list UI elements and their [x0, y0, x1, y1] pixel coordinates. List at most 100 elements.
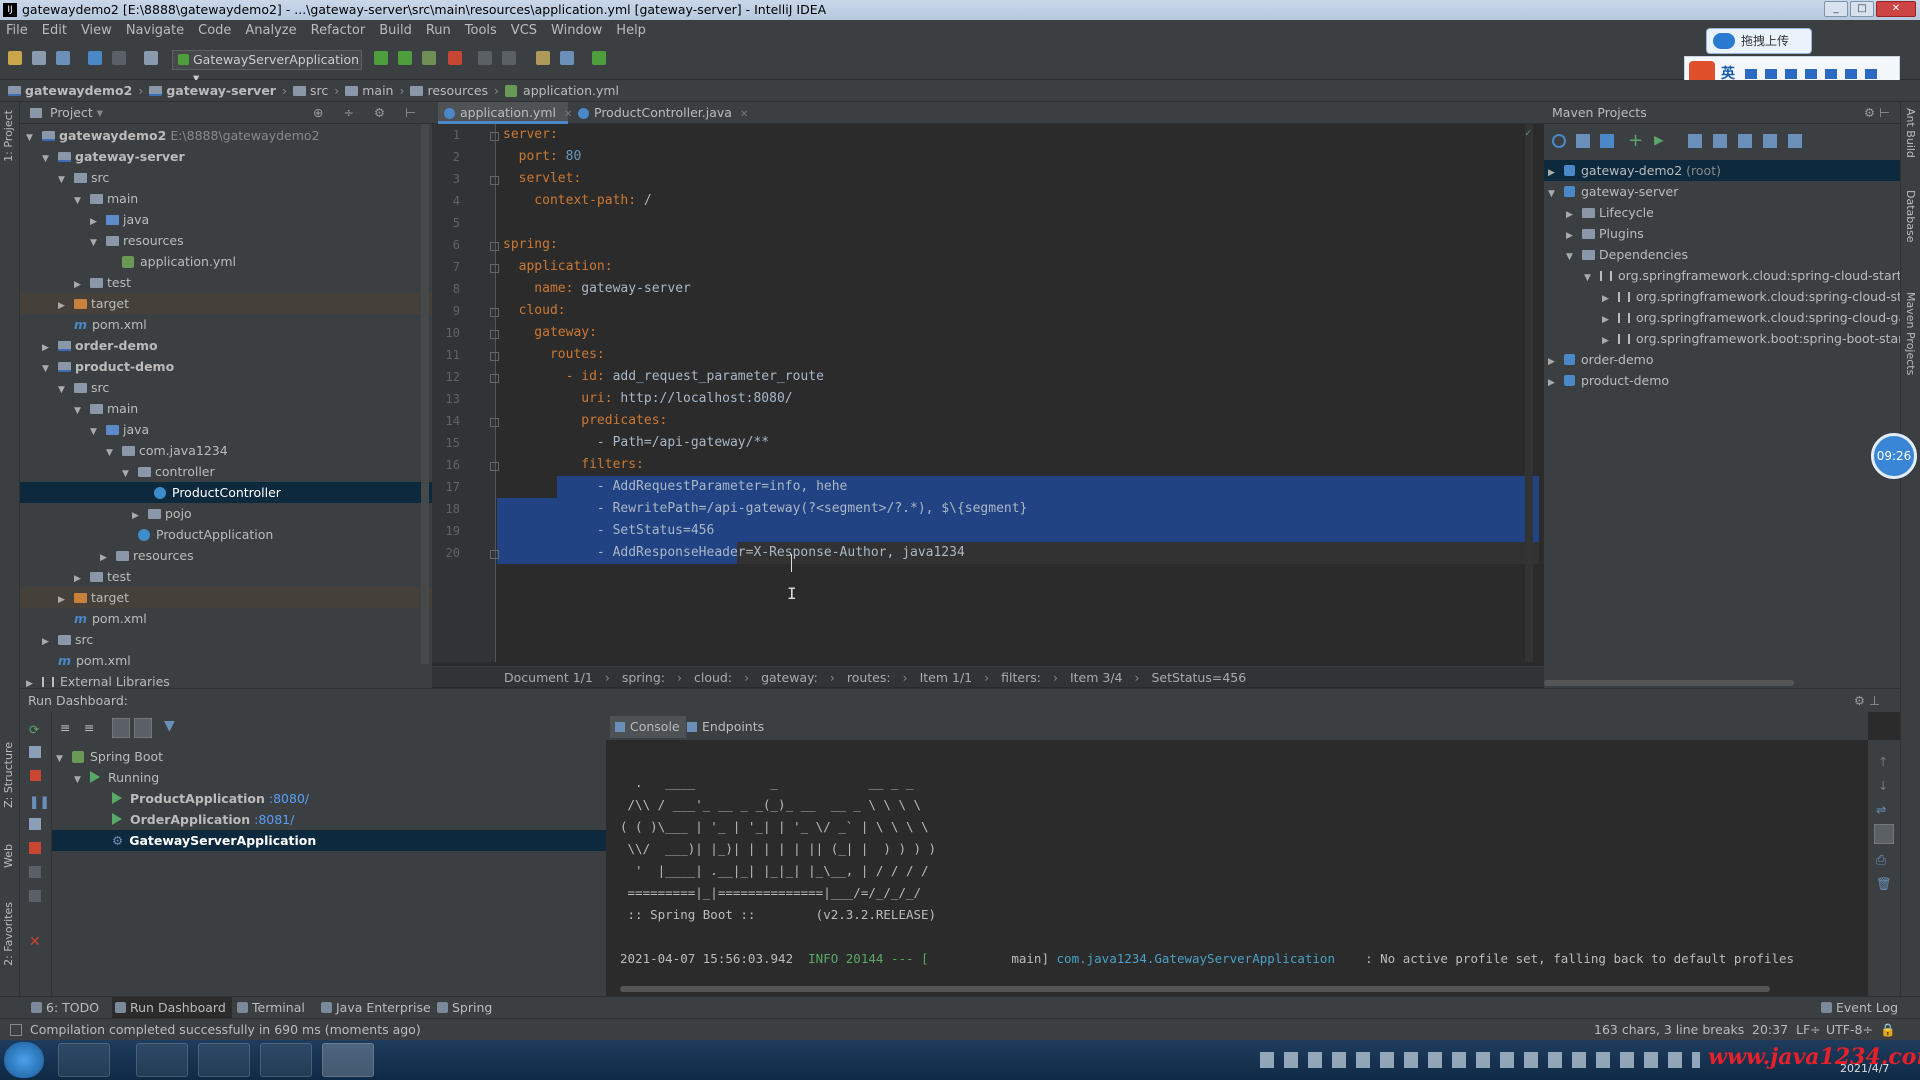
back-icon[interactable]: [88, 51, 102, 65]
maven-item[interactable]: ▼ Dependencies: [1544, 244, 1900, 265]
run-icon[interactable]: ▶: [1654, 132, 1664, 147]
run-tree-item[interactable]: ProductApplication :8080/: [52, 788, 606, 809]
lock-icon[interactable]: 🔒: [1880, 1019, 1896, 1041]
editor-scrollbar[interactable]: [1525, 124, 1533, 662]
tab-console[interactable]: Console: [610, 716, 686, 738]
code-editor[interactable]: server: port: 80 servlet: context-path: …: [497, 124, 1539, 662]
tool-tab-spring[interactable]: Spring: [434, 997, 492, 1019]
generate-sources-icon[interactable]: [1576, 134, 1590, 148]
tree-item[interactable]: ProductApplication: [20, 524, 432, 545]
close-icon[interactable]: ✕: [29, 934, 41, 950]
fold-marker-icon[interactable]: [490, 330, 499, 339]
run-icon[interactable]: [374, 51, 388, 65]
tab-application-yml[interactable]: application.yml ✕: [438, 102, 572, 124]
tab-endpoints[interactable]: Endpoints: [682, 716, 770, 738]
line-separator[interactable]: LF÷: [1796, 1019, 1821, 1041]
sync-icon[interactable]: [56, 51, 70, 65]
tool-tab-project[interactable]: 1: Project: [2, 110, 15, 162]
breadcrumb-item[interactable]: filters:: [1001, 670, 1041, 685]
breadcrumb-item[interactable]: SetStatus=456: [1152, 670, 1247, 685]
tree-item[interactable]: m pom.xml: [20, 314, 432, 335]
menu-build[interactable]: Build: [379, 23, 412, 38]
panel-settings-icon[interactable]: ⚙ ⊢: [1864, 102, 1890, 124]
tray-icons[interactable]: [1260, 1052, 1700, 1068]
maven-item[interactable]: ▶ org.springframework.cloud:spring-cloud-…: [1544, 286, 1900, 307]
stop-icon[interactable]: [448, 51, 462, 65]
tree-item[interactable]: ▼ main: [20, 398, 432, 419]
browser-icon[interactable]: [198, 1043, 250, 1077]
tree-item[interactable]: application.yml: [20, 251, 432, 272]
clear-icon[interactable]: 🗑: [1876, 876, 1892, 892]
tool-tab-maven[interactable]: Maven Projects: [1904, 292, 1917, 375]
port-link[interactable]: :8080/: [269, 791, 309, 806]
group-by-config-icon[interactable]: [134, 718, 152, 738]
tree-item[interactable]: ▶ target: [20, 293, 432, 314]
add-icon[interactable]: +: [1628, 130, 1643, 151]
print-icon[interactable]: ⎙: [1876, 852, 1886, 868]
chrome-icon[interactable]: [136, 1043, 188, 1077]
run-tree-item[interactable]: OrderApplication :8081/: [52, 809, 606, 830]
breadcrumb-item[interactable]: resources: [410, 83, 488, 98]
breadcrumb-item[interactable]: src: [292, 83, 328, 98]
fold-marker-icon[interactable]: [490, 462, 499, 471]
menu-run[interactable]: Run: [426, 23, 451, 38]
tree-item[interactable]: ▼ product-demo: [20, 356, 432, 377]
tree-item[interactable]: m pom.xml: [20, 608, 432, 629]
breadcrumb-item[interactable]: application.yml: [505, 83, 619, 98]
tree-item[interactable]: ▼ src: [20, 167, 432, 188]
start-button[interactable]: [4, 1042, 44, 1078]
tree-item[interactable]: ▼ controller: [20, 461, 432, 482]
run-config-select[interactable]: GatewayServerApplication ▾: [172, 50, 362, 85]
panel-settings-icon[interactable]: ⚙ ⊥: [1854, 689, 1880, 713]
floating-clock[interactable]: 09:26: [1871, 433, 1917, 479]
fold-marker-icon[interactable]: [490, 264, 499, 273]
tool-tab-event-log[interactable]: Event Log: [1818, 997, 1898, 1019]
reimport-icon[interactable]: [1552, 134, 1566, 148]
toggle-tool-windows-icon[interactable]: [10, 1024, 22, 1036]
maven-tool-icons[interactable]: [1688, 134, 1808, 148]
maven-item[interactable]: ▶ gateway-demo2 (root): [1544, 160, 1900, 181]
settings-icon[interactable]: [536, 51, 550, 65]
close-button[interactable]: ✕: [1876, 1, 1916, 17]
expand-all-icon[interactable]: ≡: [60, 720, 70, 735]
rerun-icon[interactable]: ⟳: [29, 722, 39, 737]
fold-marker-icon[interactable]: [490, 550, 499, 559]
tree-item[interactable]: ▶ src: [20, 629, 432, 650]
fold-marker-icon[interactable]: [490, 176, 499, 185]
up-icon[interactable]: ↑: [1878, 754, 1888, 769]
minimize-button[interactable]: _: [1824, 1, 1848, 17]
breadcrumb-item[interactable]: spring:: [622, 670, 665, 685]
tree-item[interactable]: ▶ resources: [20, 545, 432, 566]
fold-marker-icon[interactable]: [490, 132, 499, 141]
maven-hscroll[interactable]: [1544, 680, 1794, 686]
menu-file[interactable]: File: [6, 23, 28, 38]
menu-code[interactable]: Code: [198, 23, 231, 38]
down-icon[interactable]: ↓: [1878, 778, 1888, 793]
close-tab-icon[interactable]: ✕: [740, 109, 748, 120]
menu-vcs[interactable]: VCS: [511, 23, 537, 38]
tree-item[interactable]: ▶ java: [20, 209, 432, 230]
maven-item[interactable]: ▶ product-demo: [1544, 370, 1900, 391]
port-link[interactable]: :8081/: [254, 812, 294, 827]
tool-tab-database[interactable]: Database: [1904, 190, 1917, 243]
project-view-select[interactable]: Project: [50, 105, 93, 120]
maven-item[interactable]: ▶ Lifecycle: [1544, 202, 1900, 223]
run-tree-item[interactable]: ▼ Spring Boot: [52, 746, 606, 767]
maximize-button[interactable]: □: [1850, 1, 1874, 17]
update-icon[interactable]: [478, 51, 492, 65]
taskbar-app-icon[interactable]: [58, 1043, 110, 1077]
ime-tool-icons[interactable]: [1745, 69, 1885, 79]
tree-item[interactable]: ▼ main: [20, 188, 432, 209]
menu-analyze[interactable]: Analyze: [245, 23, 296, 38]
menu-window[interactable]: Window: [551, 23, 602, 38]
restore-layout-icon[interactable]: [29, 818, 41, 830]
menu-help[interactable]: Help: [616, 23, 646, 38]
fold-marker-icon[interactable]: [490, 418, 499, 427]
tree-item[interactable]: ▼ resources: [20, 230, 432, 251]
tool-tab-java-enterprise[interactable]: Java Enterprise: [318, 997, 431, 1019]
debug-icon[interactable]: [29, 746, 41, 758]
maven-item[interactable]: ▼ gateway-server: [1544, 181, 1900, 202]
settings-icon[interactable]: [29, 890, 41, 902]
maven-item[interactable]: ▶ order-demo: [1544, 349, 1900, 370]
breadcrumb-item[interactable]: Item 1/1: [920, 670, 973, 685]
